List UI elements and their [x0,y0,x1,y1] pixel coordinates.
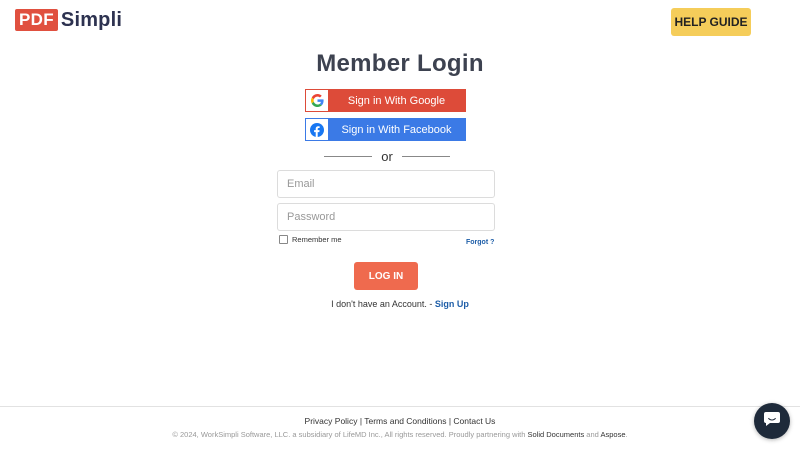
logo-box: PDF [15,9,58,31]
or-text: or [381,148,393,164]
checkbox-box[interactable] [279,235,288,244]
forgot-password-link[interactable]: Forgot ? [466,239,494,246]
period-text: . [625,430,628,439]
divider-line-left [324,155,372,157]
aspose-link[interactable]: Aspose [600,430,625,439]
google-signin-label: Sign in With Google [347,94,446,107]
copyright-prefix: © 2024, WorkSimpli Software, LLC. a subs… [172,430,528,439]
divider-line-right [402,155,450,157]
or-divider: or [324,148,450,164]
logo-text: Simpli [60,8,123,31]
facebook-signin-label: Sign in With Facebook [341,123,452,136]
copyright-text: © 2024, WorkSimpli Software, LLC. a subs… [0,430,800,439]
pdfsimpli-logo[interactable]: PDF Simpli [15,9,122,31]
google-signin-button[interactable]: Sign in With Google [305,89,466,112]
contact-us-link[interactable]: Contact Us [453,416,495,426]
facebook-signin-button[interactable]: Sign in With Facebook [305,118,466,141]
facebook-icon [306,119,328,140]
signup-row: I don't have an Account. - Sign Up [0,299,800,309]
privacy-policy-link[interactable]: Privacy Policy [305,416,358,426]
help-guide-button[interactable]: HELP GUIDE [671,8,751,36]
signup-link[interactable]: Sign Up [435,299,469,309]
chat-icon [764,411,780,431]
solid-documents-link[interactable]: Solid Documents [528,430,585,439]
remember-me-label: Remember me [292,235,342,244]
footer-links: Privacy Policy | Terms and Conditions | … [0,416,800,426]
and-text: and [584,430,601,439]
terms-link[interactable]: Terms and Conditions [364,416,446,426]
google-icon [306,90,328,111]
chat-widget-button[interactable] [754,403,790,439]
page-title: Member Login [316,50,484,77]
login-button[interactable]: LOG IN [354,262,418,290]
password-field[interactable] [277,203,495,231]
email-field[interactable] [277,170,495,198]
no-account-text: I don't have an Account. - [331,299,435,309]
remember-me-checkbox[interactable]: Remember me [279,235,342,244]
footer-divider [0,406,800,407]
